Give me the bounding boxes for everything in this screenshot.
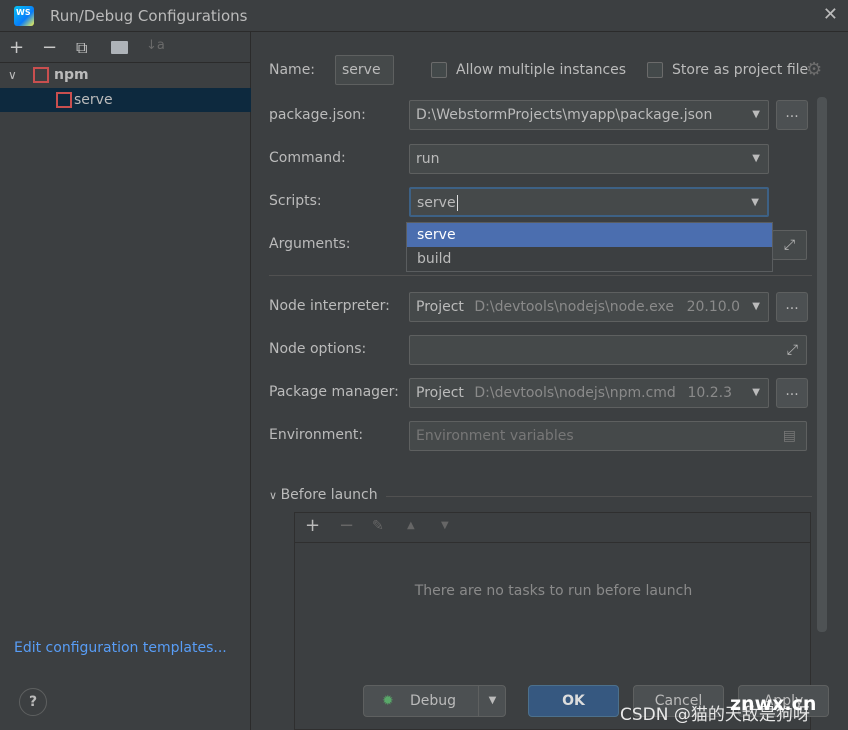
help-button[interactable]: ? — [19, 688, 47, 716]
tree-item-serve[interactable]: serve — [0, 88, 251, 112]
debug-dropdown-icon[interactable]: ▼ — [478, 686, 506, 716]
store-project-checkbox[interactable] — [647, 62, 663, 78]
remove-task-icon[interactable]: − — [339, 515, 354, 536]
command-value: run — [416, 151, 440, 167]
scripts-combobox[interactable]: serve — [409, 187, 769, 217]
package-json-select[interactable]: D:\WebstormProjects\myapp\package.json — [409, 100, 769, 130]
ok-button[interactable]: OK — [528, 685, 619, 717]
expand-icon[interactable]: ⤢ — [787, 336, 798, 364]
package-manager-kind: Project — [416, 385, 464, 401]
move-up-icon[interactable]: ▲ — [407, 520, 415, 531]
command-label: Command: — [269, 150, 346, 166]
arguments-label: Arguments: — [269, 236, 351, 252]
scripts-label: Scripts: — [269, 193, 322, 209]
node-version: 20.10.0 — [686, 299, 740, 315]
node-interpreter-select[interactable]: Project D:\devtools\nodejs\node.exe 20.1… — [409, 292, 769, 322]
node-options-label: Node options: — [269, 341, 367, 357]
close-icon[interactable]: ✕ — [823, 4, 838, 25]
folder-add-icon[interactable] — [111, 41, 128, 54]
node-options-input[interactable]: ⤢ — [409, 335, 807, 365]
package-json-label: package.json: — [269, 107, 366, 123]
debug-label: Debug — [410, 693, 457, 709]
environment-input[interactable]: Environment variables ▤ — [409, 421, 807, 451]
node-interpreter-label: Node interpreter: — [269, 298, 390, 314]
name-input[interactable]: serve — [335, 55, 394, 85]
store-project-label: Store as project file — [672, 62, 809, 78]
add-task-icon[interactable]: + — [305, 515, 320, 536]
separator — [269, 275, 812, 276]
no-tasks-text: There are no tasks to run before launch — [414, 583, 693, 599]
remove-icon[interactable]: − — [42, 37, 57, 58]
expand-arguments-icon[interactable]: ⤢ — [772, 230, 807, 260]
allow-multiple-checkbox[interactable] — [431, 62, 447, 78]
sort-icon[interactable]: ↓a — [146, 38, 165, 53]
tree-group-npm[interactable]: ∨ npm — [0, 63, 251, 87]
package-manager-label: Package manager: — [269, 384, 399, 400]
npm-icon — [56, 92, 72, 108]
webstorm-logo: WS — [14, 6, 34, 26]
title-bar: WS Run/Debug Configurations ✕ — [0, 0, 848, 32]
package-json-value: D:\WebstormProjects\myapp\package.json — [416, 107, 713, 123]
browse-package-manager-button[interactable]: ... — [776, 378, 808, 408]
debug-button[interactable]: ✹ Debug ▼ — [363, 685, 506, 717]
window-title: Run/Debug Configurations — [50, 7, 248, 25]
before-launch-toggle[interactable]: ∨ Before launch — [269, 487, 378, 503]
node-interpreter-kind: Project — [416, 299, 464, 315]
command-select[interactable]: run — [409, 144, 769, 174]
copy-icon[interactable]: ⧉ — [76, 38, 87, 58]
edit-templates-link[interactable]: Edit configuration templates... — [14, 640, 227, 656]
allow-multiple-label: Allow multiple instances — [456, 62, 627, 78]
npm-icon — [33, 67, 49, 83]
package-manager-version: 10.2.3 — [687, 385, 732, 401]
bug-icon: ✹ — [382, 693, 394, 709]
node-interpreter-path: D:\devtools\nodejs\node.exe — [474, 299, 674, 315]
browse-package-json-button[interactable]: ... — [776, 100, 808, 130]
scripts-value: serve — [417, 195, 456, 211]
environment-label: Environment: — [269, 427, 364, 443]
config-sidebar — [0, 32, 251, 730]
edit-env-icon[interactable]: ▤ — [783, 422, 796, 450]
package-manager-path: D:\devtools\nodejs\npm.cmd — [474, 385, 676, 401]
before-launch-label: Before launch — [280, 487, 378, 503]
move-down-icon[interactable]: ▼ — [441, 520, 449, 531]
browse-node-button[interactable]: ... — [776, 292, 808, 322]
scripts-dropdown: serve build — [406, 222, 773, 272]
dropdown-option-serve[interactable]: serve — [407, 223, 772, 247]
add-icon[interactable]: + — [9, 37, 24, 58]
edit-task-icon[interactable]: ✎ — [372, 518, 384, 534]
package-manager-select[interactable]: Project D:\devtools\nodejs\npm.cmd 10.2.… — [409, 378, 769, 408]
name-label: Name: — [269, 62, 316, 78]
scrollbar[interactable] — [817, 97, 827, 632]
watermark-site: znwx.cn — [730, 693, 817, 715]
environment-placeholder: Environment variables — [416, 428, 574, 444]
dropdown-option-build[interactable]: build — [407, 247, 772, 271]
gear-icon[interactable]: ⚙ — [806, 59, 822, 80]
